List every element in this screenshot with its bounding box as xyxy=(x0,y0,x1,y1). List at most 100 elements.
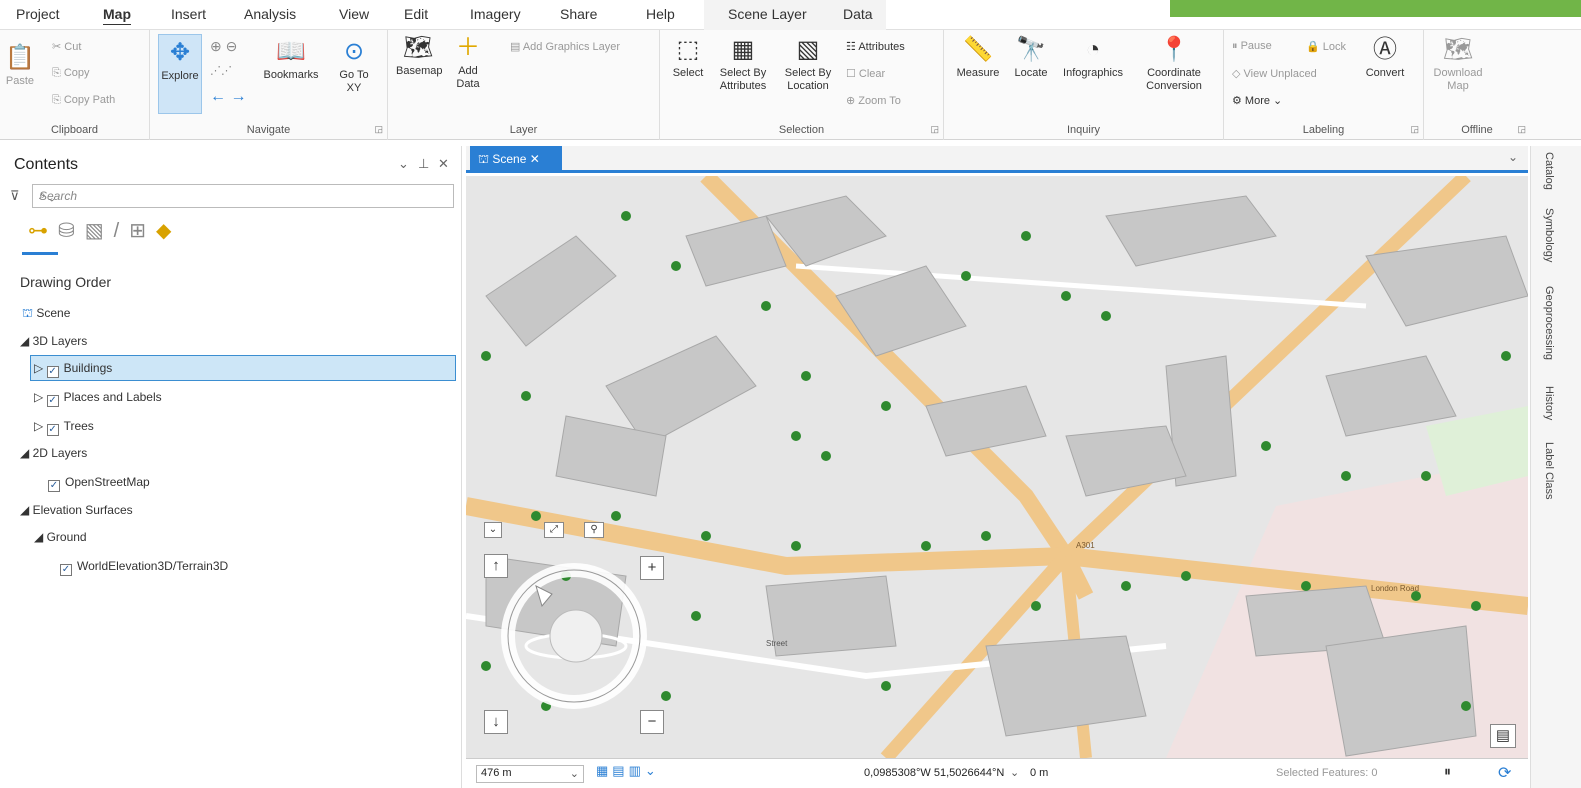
select-by-location-button[interactable]: ▧ Select By Location xyxy=(776,36,840,93)
osm-checkbox[interactable]: ✓ xyxy=(48,480,60,492)
scene-3d-map[interactable]: London Road Street A301 xyxy=(464,170,1529,763)
copy-button[interactable]: ⎘ Copy xyxy=(52,67,90,80)
side-tab-symbology[interactable]: Symbology xyxy=(1543,208,1555,262)
tab-analysis[interactable]: Analysis xyxy=(244,6,296,22)
add-data-button[interactable]: ＋ Add Data xyxy=(448,34,488,91)
places-checkbox[interactable]: ✓ xyxy=(46,395,59,407)
scene-view[interactable]: London Road Street A301 ⌄ ⤢ ⚲ ↑ + ↓ − ▤ xyxy=(464,170,1529,763)
attributes-button[interactable]: ☷ Attributes xyxy=(846,40,905,53)
pin-icon[interactable]: ⊥ xyxy=(418,156,429,172)
selection-icon[interactable]: ▧ xyxy=(85,220,114,242)
full-extent-icon[interactable]: ⋰⋰ xyxy=(210,64,232,77)
add-graphics-layer-button[interactable]: ▤ Add Graphics Layer xyxy=(510,40,620,53)
paste-button[interactable]: 📋 Paste xyxy=(2,44,38,88)
zoom-out-button[interactable]: − xyxy=(640,710,664,734)
editing-icon[interactable]: / xyxy=(114,220,130,242)
bookmarks-icon: 📖 xyxy=(276,38,306,65)
snapping-icon[interactable]: ⊞ xyxy=(129,220,156,242)
coordinate-conversion-button[interactable]: 📍 Coordinate Conversion xyxy=(1134,36,1214,93)
tree-openstreetmap[interactable]: ✓ OpenStreetMap xyxy=(48,475,150,492)
go-to-xy-button[interactable]: ⊙ Go To XY xyxy=(334,38,374,95)
tab-view[interactable]: View xyxy=(339,6,369,22)
tab-data[interactable]: Data xyxy=(843,6,873,22)
tree-places-labels[interactable]: ▷ ✓ Places and Labels xyxy=(34,390,162,407)
clear-button[interactable]: ☐ Clear xyxy=(846,67,885,80)
drawing-order-icon[interactable]: ⊶ xyxy=(28,220,58,242)
tab-project[interactable]: Project xyxy=(16,6,60,22)
tab-help[interactable]: Help xyxy=(646,6,675,22)
labeling-label: Labeling xyxy=(1302,124,1345,136)
tab-edit[interactable]: Edit xyxy=(404,6,428,22)
tree-trees[interactable]: ▷ ✓ Trees xyxy=(34,419,94,436)
view-unplaced-button[interactable]: ◇ View Unplaced xyxy=(1232,67,1317,80)
tab-scene[interactable]: ⛫ Scene ✕ xyxy=(470,146,562,173)
infographics-button[interactable]: ◔ Infographics xyxy=(1056,36,1130,80)
copy-path-button[interactable]: ⎘ Copy Path xyxy=(52,94,115,107)
trees-checkbox[interactable]: ✓ xyxy=(46,424,59,436)
tree-scene[interactable]: ⛫ Scene xyxy=(22,306,70,322)
tree-ground[interactable]: ◢ Ground xyxy=(34,530,87,544)
tree-terrain[interactable]: ✓ WorldElevation3D/Terrain3D xyxy=(60,559,228,576)
tree-elevation-surfaces[interactable]: ◢ Elevation Surfaces xyxy=(20,503,133,517)
terrain-checkbox[interactable]: ✓ xyxy=(60,564,72,576)
pause-drawing-icon[interactable]: ⏸ xyxy=(1444,763,1457,780)
selected-features-count[interactable]: Selected Features: 0 xyxy=(1276,767,1378,779)
tab-map[interactable]: Map xyxy=(103,6,131,22)
search-input[interactable]: Search ⌕ ⌄ xyxy=(32,184,454,208)
select-by-attributes-button[interactable]: ▦ Select By Attributes xyxy=(712,36,774,93)
dialog-launcher-icon[interactable]: ◲ xyxy=(1517,124,1526,135)
measure-button[interactable]: 📏 Measure xyxy=(950,36,1006,80)
side-tab-geoprocessing[interactable]: Geoprocessing xyxy=(1543,286,1555,360)
tab-imagery[interactable]: Imagery xyxy=(470,6,521,22)
side-tab-catalog[interactable]: Catalog xyxy=(1543,152,1555,190)
cut-button[interactable]: ✂ Cut xyxy=(52,40,81,53)
side-tab-label-class[interactable]: Label Class xyxy=(1543,442,1555,499)
coordinate-format-chevron-icon[interactable]: ⌄ xyxy=(1010,766,1019,779)
tilt-up-button[interactable]: ↑ xyxy=(484,554,508,578)
more-button[interactable]: ⚙ More ⌄ xyxy=(1232,94,1282,107)
pause-button[interactable]: ⏸ Pause xyxy=(1232,40,1272,53)
view-tab-bar xyxy=(466,146,1528,173)
dialog-launcher-icon[interactable]: ◲ xyxy=(374,124,383,135)
dialog-launcher-icon[interactable]: ◲ xyxy=(930,124,939,135)
fixed-zoom-icon[interactable]: ⊕ ⊖ xyxy=(210,38,237,55)
dialog-launcher-icon[interactable]: ◲ xyxy=(1410,124,1419,135)
zoom-in-button[interactable]: + xyxy=(640,556,664,580)
download-map-button[interactable]: 🗺 Download Map xyxy=(1428,36,1488,93)
zoom-to-button[interactable]: ⊕ Zoom To xyxy=(846,94,901,107)
data-source-icon[interactable]: ⛁ xyxy=(58,220,85,242)
side-tab-history[interactable]: History xyxy=(1543,386,1555,420)
status-bar: 476 m ⌄ ▦▤▥⌄ 0,0985308°W 51,5026644°N ⌄ 0… xyxy=(466,758,1528,788)
drawing-order-heading: Drawing Order xyxy=(20,274,112,290)
bookmarks-button[interactable]: 📖 Bookmarks xyxy=(260,38,322,82)
refresh-icon[interactable]: ⟳ xyxy=(1498,763,1511,783)
tree-3d-layers[interactable]: ◢ 3D Layers xyxy=(20,334,87,348)
buildings-checkbox[interactable]: ✓ xyxy=(46,366,59,378)
tab-insert[interactable]: Insert xyxy=(171,6,206,22)
labeling-icon[interactable]: ◆ xyxy=(156,220,181,242)
full-extent-icon[interactable]: ⤢ xyxy=(544,522,564,538)
close-icon[interactable]: ✕ xyxy=(438,156,449,172)
scale-input[interactable]: 476 m ⌄ xyxy=(476,765,584,783)
convert-button[interactable]: Ⓐ Convert xyxy=(1360,36,1410,80)
basemap-button[interactable]: 🗺 Basemap xyxy=(396,34,442,78)
select-button[interactable]: ⬚ Select xyxy=(670,36,706,80)
tab-list-chevron-icon[interactable]: ⌄ xyxy=(1508,150,1518,164)
tree-2d-layers[interactable]: ◢ 2D Layers xyxy=(20,446,87,460)
pane-options-icon[interactable]: ⌄ xyxy=(398,156,409,172)
heading-icon[interactable]: ⚲ xyxy=(584,522,604,538)
tab-scene-layer[interactable]: Scene Layer xyxy=(728,6,807,22)
tilt-down-button[interactable]: ↓ xyxy=(484,710,508,734)
coordinate-pin-icon: 📍 xyxy=(1159,36,1189,63)
tree-buildings[interactable]: ▷ ✓ Buildings xyxy=(34,361,112,378)
locate-button[interactable]: 🔭 Locate xyxy=(1008,36,1054,80)
navigator-toggle-button[interactable]: ⌄ xyxy=(484,522,502,538)
lock-button[interactable]: 🔒 Lock xyxy=(1306,40,1346,53)
tab-share[interactable]: Share xyxy=(560,6,597,22)
filter-icon[interactable]: ⊽ xyxy=(10,188,20,204)
explore-button[interactable]: ✥ Explore xyxy=(158,34,202,114)
view-layout-icons[interactable]: ▦▤▥⌄ xyxy=(596,763,660,779)
ruler-icon: 📏 xyxy=(963,36,993,63)
collapse-panel-icon[interactable]: ▤ xyxy=(1490,724,1516,748)
back-forward-icon[interactable]: ← → xyxy=(210,88,246,106)
